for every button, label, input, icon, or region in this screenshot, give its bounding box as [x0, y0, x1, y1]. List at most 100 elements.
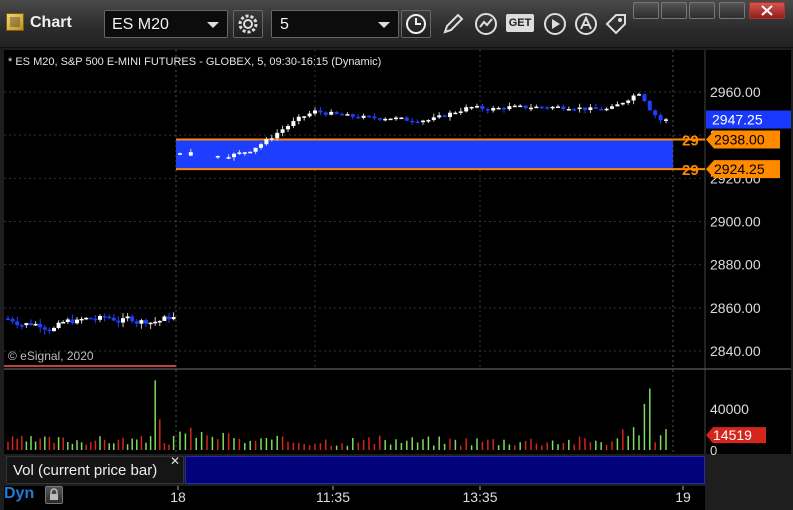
tag-icon[interactable]: [604, 12, 628, 36]
candle-body: [296, 116, 301, 122]
candle-body: [130, 316, 135, 322]
chart-app-icon: [6, 13, 24, 31]
candle-body: [345, 114, 350, 116]
zone-price-label: 2924.25: [714, 161, 765, 177]
candle-body: [637, 94, 641, 96]
candle-body: [171, 317, 176, 320]
candle-body: [286, 125, 290, 130]
candle-body: [291, 121, 296, 126]
candle-body: [116, 320, 121, 323]
chevron-down-icon: [207, 22, 219, 28]
alert-icon[interactable]: [574, 12, 598, 36]
candle-body: [47, 329, 52, 332]
volume-tick-label: 40000: [710, 401, 749, 417]
candle-body: [157, 320, 162, 323]
close-button[interactable]: [749, 2, 785, 19]
support-zone: [176, 139, 673, 170]
candle-body: [102, 316, 107, 318]
candle-body: [248, 151, 253, 154]
candle-body: [38, 323, 43, 328]
settings-button[interactable]: [233, 10, 263, 38]
candle-body: [19, 325, 24, 327]
lock-icon[interactable]: [45, 486, 63, 504]
zone-partial-label: 29: [682, 132, 699, 149]
candle-body: [464, 107, 469, 112]
clock-icon: [406, 14, 426, 34]
candle-body: [318, 110, 323, 113]
candle-body: [480, 106, 485, 110]
candle-body: [226, 157, 231, 159]
candle-body: [577, 107, 582, 110]
candle-body: [664, 119, 668, 121]
candle-body: [107, 316, 112, 319]
candle-body: [167, 316, 171, 320]
candle-body: [93, 318, 98, 321]
candle-body: [162, 316, 167, 321]
candle-body: [431, 117, 436, 121]
candle-body: [469, 106, 474, 109]
price-chart[interactable]: 2960.002940.002920.002900.002880.002860.…: [0, 48, 793, 510]
candle-body: [33, 323, 38, 326]
candle-body: [426, 120, 431, 122]
candle-body: [545, 107, 550, 109]
candle-body: [442, 115, 447, 117]
candle-body: [79, 318, 84, 321]
candle-body: [42, 327, 47, 330]
candle-body: [259, 144, 263, 148]
candle-body: [523, 105, 528, 109]
candle-body: [599, 108, 604, 111]
settings-icon: [238, 14, 258, 34]
candle-body: [383, 118, 388, 121]
candle-body: [448, 112, 452, 117]
candle-body: [539, 106, 544, 109]
price-pane: [4, 50, 705, 368]
candle-body: [264, 139, 269, 145]
candle-body: [10, 319, 15, 322]
zone-price-label: 2938.00: [714, 131, 765, 147]
close-icon[interactable]: ✕: [170, 454, 180, 468]
restore-button[interactable]: [661, 2, 687, 19]
candle-body: [507, 106, 512, 110]
pencil-icon[interactable]: [441, 12, 465, 36]
candle-body: [377, 118, 382, 120]
time-tick-label: 18: [170, 489, 186, 505]
candle-body: [237, 152, 242, 154]
symbol-dropdown[interactable]: ES M20: [104, 10, 228, 38]
link-button[interactable]: [633, 2, 659, 19]
candle-body: [399, 117, 404, 120]
dynamic-mode-button[interactable]: Dyn: [4, 485, 34, 503]
candle-body: [615, 104, 620, 107]
candle-body: [205, 152, 209, 156]
candle-body: [453, 112, 458, 115]
candle-body: [98, 316, 102, 320]
volume-pane: [4, 370, 705, 454]
minimize-button[interactable]: [689, 2, 715, 19]
play-icon[interactable]: [543, 12, 567, 36]
candle-body: [394, 117, 398, 120]
candle-body: [194, 152, 199, 154]
maximize-button[interactable]: [719, 2, 745, 19]
price-tick-label: 2900.00: [710, 214, 761, 230]
candle-body: [556, 106, 560, 108]
candle-body: [642, 94, 647, 101]
candle-body: [404, 117, 409, 121]
candle-body: [566, 109, 571, 111]
candle-body: [242, 152, 247, 154]
price-tick-label: 2860.00: [710, 300, 761, 316]
candle-body: [550, 106, 555, 109]
data-credit: © eSignal, 2020: [8, 349, 94, 363]
candle-body: [593, 107, 598, 109]
interval-dropdown[interactable]: 5: [271, 10, 399, 38]
candle-body: [415, 121, 420, 124]
volume-study-label[interactable]: Vol (current price bar): [6, 456, 184, 484]
study-icon[interactable]: [474, 12, 498, 36]
candle-body: [334, 111, 339, 114]
time-button[interactable]: [401, 10, 431, 38]
volume-study-bar[interactable]: [185, 456, 705, 484]
candle-body: [361, 115, 366, 118]
candle-body: [269, 138, 274, 140]
time-tick-label: 11:35: [316, 489, 350, 505]
candle-body: [215, 155, 220, 158]
candle-body: [620, 102, 625, 105]
get-icon[interactable]: GET: [506, 14, 534, 32]
